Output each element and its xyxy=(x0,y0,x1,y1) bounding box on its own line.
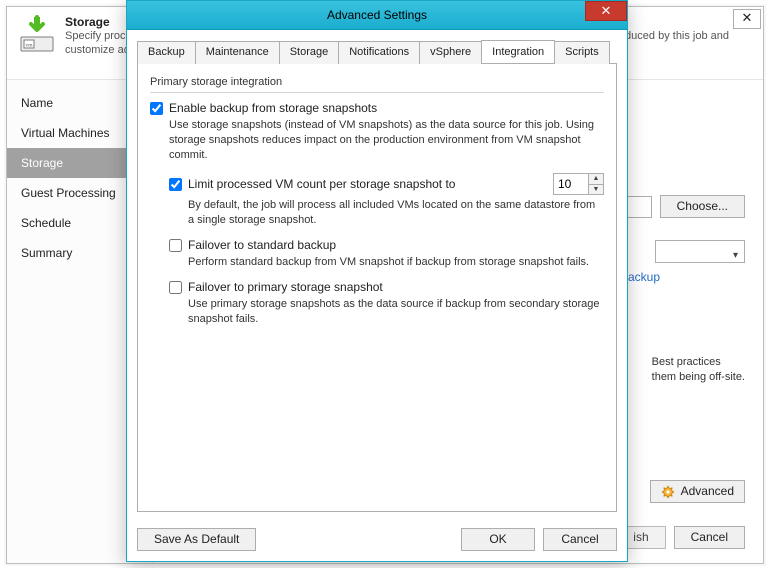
close-icon: ✕ xyxy=(601,3,612,18)
spinner-down-icon[interactable]: ▼ xyxy=(589,185,603,195)
enable-storage-snapshots-desc: Use storage snapshots (instead of VM sna… xyxy=(169,118,604,163)
tab-maintenance[interactable]: Maintenance xyxy=(195,41,280,64)
close-icon: ✕ xyxy=(742,10,753,25)
ok-button[interactable]: OK xyxy=(461,528,535,551)
limit-vm-count-spinner[interactable]: ▲ ▼ xyxy=(553,173,604,195)
tabstrip: Backup Maintenance Storage Notifications… xyxy=(137,40,617,63)
limit-vm-count-desc: By default, the job will process all inc… xyxy=(188,198,604,228)
save-as-default-button[interactable]: Save As Default xyxy=(137,528,256,551)
repository-select[interactable] xyxy=(655,240,745,263)
limit-vm-count-checkbox[interactable] xyxy=(169,178,182,191)
groupbox-title: Primary storage integration xyxy=(150,76,604,88)
failover-primary-checkbox[interactable] xyxy=(169,281,182,294)
advanced-settings-dialog: Advanced Settings ✕ Backup Maintenance S… xyxy=(126,0,628,562)
hint-text-1: Best practices xyxy=(652,355,745,370)
advanced-button-label: Advanced xyxy=(681,481,734,502)
wizard-cancel-button[interactable]: Cancel xyxy=(674,526,745,549)
failover-primary-desc: Use primary storage snapshots as the dat… xyxy=(188,297,604,327)
tab-integration[interactable]: Integration xyxy=(481,40,555,63)
dialog-title: Advanced Settings xyxy=(127,8,627,22)
failover-standard-checkbox[interactable] xyxy=(169,239,182,252)
enable-storage-snapshots-label: Enable backup from storage snapshots xyxy=(169,101,377,115)
wizard-close-button[interactable]: ✕ xyxy=(733,9,761,29)
cancel-button[interactable]: Cancel xyxy=(543,528,617,551)
limit-vm-count-input[interactable] xyxy=(554,174,588,194)
tab-backup[interactable]: Backup xyxy=(137,41,196,64)
limit-vm-count-label: Limit processed VM count per storage sna… xyxy=(188,177,547,191)
dialog-titlebar: Advanced Settings ✕ xyxy=(127,1,627,30)
failover-primary-label: Failover to primary storage snapshot xyxy=(188,280,383,294)
gear-icon xyxy=(661,485,675,499)
failover-standard-label: Failover to standard backup xyxy=(188,238,336,252)
tab-storage[interactable]: Storage xyxy=(279,41,340,64)
tab-vsphere[interactable]: vSphere xyxy=(419,41,482,64)
spinner-up-icon[interactable]: ▲ xyxy=(589,174,603,185)
svg-text:vm: vm xyxy=(25,43,33,49)
choose-button[interactable]: Choose... xyxy=(660,195,745,218)
storage-step-icon: vm xyxy=(17,15,57,55)
failover-standard-desc: Perform standard backup from VM snapshot… xyxy=(188,255,604,270)
advanced-button[interactable]: Advanced xyxy=(650,480,745,503)
enable-storage-snapshots-checkbox[interactable] xyxy=(150,102,163,115)
tab-scripts[interactable]: Scripts xyxy=(554,41,610,64)
hint-text-2: them being off-site. xyxy=(652,370,745,385)
tab-notifications[interactable]: Notifications xyxy=(338,41,420,64)
tab-panel-integration: Primary storage integration Enable backu… xyxy=(137,63,617,512)
dialog-close-button[interactable]: ✕ xyxy=(585,1,627,21)
